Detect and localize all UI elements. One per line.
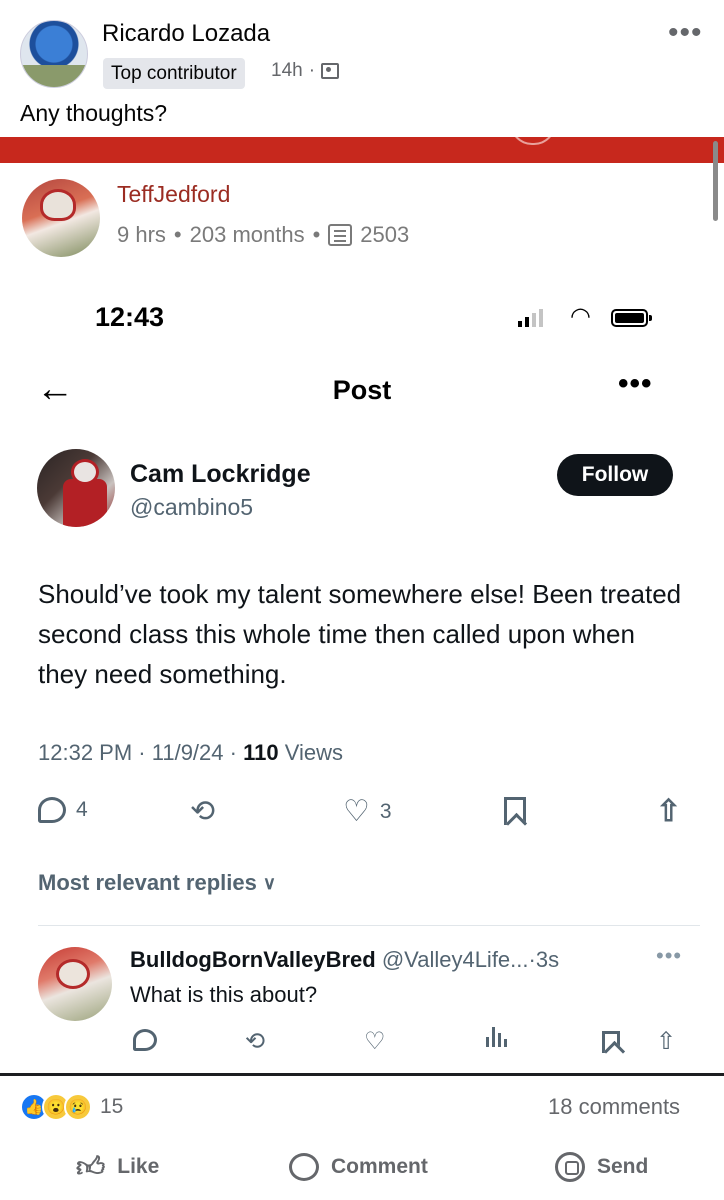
tweet-date: 11/9/24 [151, 740, 224, 765]
share-icon: ⇧ [656, 1028, 677, 1055]
comments-count-link[interactable]: 18 comments [548, 1094, 680, 1120]
send-button[interactable]: Send [555, 1144, 648, 1190]
retweet-icon: ⟲ [245, 1028, 266, 1055]
thumbs-up-icon: 👍︎ [76, 1151, 106, 1182]
reply-count: 4 [76, 798, 88, 821]
reply-icon [133, 1029, 157, 1051]
author-avatar[interactable] [20, 20, 88, 88]
post-meta: 14h · [271, 60, 340, 82]
messenger-icon [555, 1152, 585, 1182]
bookmark-icon [602, 1031, 620, 1053]
inner-dot: • [312, 222, 321, 247]
tweet-action-row: 4 ⟲ ♡ 3 ⇧ [0, 797, 724, 833]
reply-header: BulldogBornValleyBred @Valley4Life...·3s [130, 947, 559, 973]
replies-sort-text: Most relevant replies [38, 870, 257, 895]
post-caption: Any thoughts? [20, 100, 168, 126]
shared-screenshot[interactable]: TeffJedford 9 hrs • 203 months • 2503 12… [0, 137, 724, 1075]
post-time[interactable]: 14h [271, 60, 303, 82]
inner-post-meta: 9 hrs • 203 months • 2503 [117, 222, 409, 248]
share-icon: ⇧ [656, 795, 682, 828]
comment-bubble-icon [289, 1153, 319, 1181]
post-more-icon: ••• [618, 367, 653, 400]
retweet-icon: ⟲ [190, 795, 216, 828]
heart-icon: ♡ [343, 795, 370, 828]
reply-more-icon: ••• [656, 943, 683, 968]
send-label: Send [597, 1155, 649, 1178]
heart-icon: ♡ [364, 1028, 386, 1055]
reply-author-handle: @Valley4Life... [381, 947, 529, 972]
bookmark-action [504, 797, 526, 825]
red-header-bar [0, 137, 724, 163]
divider [38, 925, 700, 926]
tweet-time: 12:32 PM [38, 740, 133, 765]
reply-action-row: ⟲ ♡ ⇧ [0, 1027, 724, 1057]
sad-reaction-icon: 😢 [64, 1093, 92, 1121]
tweet-author-name: Cam Lockridge [130, 460, 311, 488]
comment-button[interactable]: Comment [289, 1144, 428, 1190]
chevron-down-icon: ∨ [262, 872, 277, 893]
meta-separator: · [308, 60, 316, 81]
inner-comment-count: 2503 [360, 222, 410, 247]
top-contributor-badge: Top contributor [103, 58, 245, 89]
reactions-summary[interactable]: 👍 😮 😢 15 [20, 1093, 123, 1121]
reply-icon [38, 797, 66, 823]
fb-post-header: Ricardo Lozada Top contributor 14h · •••… [0, 0, 724, 135]
reply-author-name: BulldogBornValleyBred [130, 947, 376, 972]
like-button[interactable]: 👍︎ Like [76, 1144, 159, 1190]
inner-account-age: 203 months [189, 222, 305, 247]
status-bar-icons: ◠ [518, 305, 658, 331]
reply-author-avatar [38, 947, 112, 1021]
battery-icon [611, 309, 652, 327]
tweet-views-label: Views [284, 740, 344, 765]
reply-time: 3s [535, 947, 560, 972]
reply-text: What is this about? [130, 982, 318, 1007]
reaction-count: 15 [100, 1095, 124, 1118]
reply-action: 4 [38, 797, 88, 823]
wifi-icon: ◠ [570, 303, 591, 330]
group-audience-icon [321, 63, 340, 79]
tweet-sep: · [229, 740, 237, 765]
author-name[interactable]: Ricardo Lozada [102, 20, 270, 48]
signal-icon [518, 309, 543, 327]
comment-label: Comment [331, 1155, 428, 1178]
reply-sep: · [528, 947, 536, 972]
tweet-author-handle: @cambino5 [130, 494, 254, 520]
tweet-sep: · [138, 740, 146, 765]
replies-sort-label: Most relevant replies ∨ [38, 870, 276, 896]
bookmark-icon [504, 797, 526, 825]
inner-dot: • [173, 222, 182, 247]
like-action: ♡ 3 [343, 797, 392, 827]
tweet-text: Should’ve took my talent somewhere else!… [38, 579, 682, 689]
inner-post-time: 9 hrs [117, 222, 166, 247]
like-count: 3 [379, 800, 392, 823]
follow-button: Follow [557, 454, 673, 496]
tweet-views-count: 110 [243, 740, 279, 765]
comments-icon [328, 224, 353, 246]
image-bottom-border [0, 1073, 724, 1076]
fb-action-bar: 👍︎ Like Comment Send [0, 1144, 724, 1190]
share-action: ⇧ [656, 797, 681, 827]
post-screen-title: Post [332, 375, 392, 405]
inner-author-avatar [22, 179, 100, 257]
tweet-meta: 12:32 PM · 11/9/24 · 110 Views [38, 740, 343, 766]
status-bar-time: 12:43 [95, 302, 165, 332]
like-label: Like [117, 1155, 160, 1178]
retweet-action: ⟲ [190, 797, 215, 827]
tweet-author-avatar [37, 449, 115, 527]
inner-author-name: TeffJedford [117, 181, 231, 207]
views-icon [486, 1027, 507, 1047]
scrollbar [713, 141, 718, 221]
more-options-icon[interactable]: ••• [668, 16, 703, 50]
